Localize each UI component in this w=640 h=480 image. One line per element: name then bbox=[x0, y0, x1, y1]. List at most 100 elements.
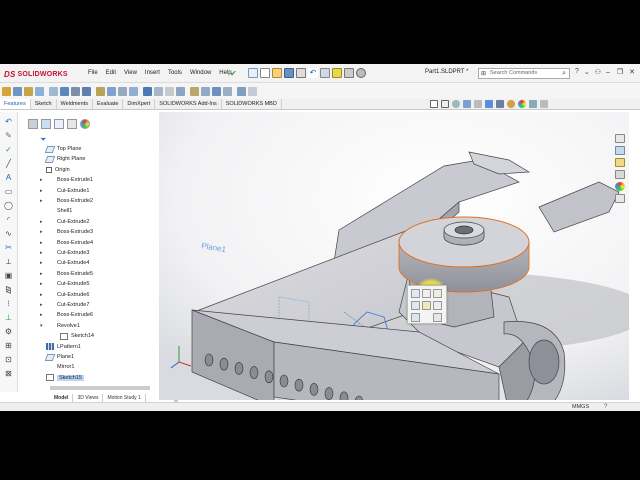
rebuild-icon[interactable] bbox=[332, 68, 342, 78]
menu-view[interactable]: View bbox=[120, 68, 141, 78]
help-icon[interactable]: ? bbox=[575, 68, 579, 76]
tab-solidworks-add-ins[interactable]: SOLIDWORKS Add-Ins bbox=[155, 99, 222, 109]
shell-icon[interactable] bbox=[176, 86, 185, 96]
fillet-icon[interactable] bbox=[129, 86, 138, 96]
line-icon[interactable]: ╱ bbox=[4, 159, 13, 168]
menu-edit[interactable]: Edit bbox=[102, 68, 120, 78]
smart-dimension-icon[interactable]: ✓ bbox=[4, 145, 13, 154]
edit-feature-icon[interactable] bbox=[411, 289, 420, 298]
mirror-feature-icon[interactable] bbox=[212, 86, 221, 96]
tree-item-boss-extrude6[interactable]: ▸ Boss-Extrude6 bbox=[40, 310, 93, 320]
tree-item-cut-extrude1[interactable]: ▸ Cut-Extrude1 bbox=[40, 186, 89, 196]
lofted-boss-icon[interactable] bbox=[35, 86, 44, 96]
extruded-boss-icon[interactable] bbox=[2, 86, 11, 96]
graphics-area[interactable]: Plane1 bbox=[159, 112, 629, 400]
tree-item-boss-extrude3[interactable]: ▸ Boss-Extrude3 bbox=[40, 227, 93, 237]
tree-item-right-plane[interactable]: Right Plane bbox=[40, 154, 85, 164]
boundary-cut-icon[interactable] bbox=[118, 86, 127, 96]
menu-file[interactable]: File bbox=[84, 68, 102, 78]
tree-item-plane1[interactable]: Plane1 bbox=[40, 352, 74, 362]
tab-evaluate[interactable]: Evaluate bbox=[93, 99, 124, 109]
normal-to-icon[interactable] bbox=[433, 289, 442, 298]
select-icon[interactable] bbox=[320, 68, 330, 78]
tree-item-cut-extrude4[interactable]: ▸ Cut-Extrude4 bbox=[40, 258, 89, 268]
extruded-cut-icon[interactable] bbox=[60, 86, 69, 96]
unit-system-selector[interactable]: MMGS bbox=[572, 403, 589, 411]
tree-item-top-plane[interactable]: Top Plane bbox=[40, 144, 81, 154]
tree-item-sketch14[interactable]: Sketch14 bbox=[54, 331, 94, 341]
tree-item-boss-extrude2[interactable]: ▸ Boss-Extrude2 bbox=[40, 196, 93, 206]
tab-dimxpert[interactable]: DimXpert bbox=[123, 99, 156, 109]
boundary-boss-icon[interactable] bbox=[49, 86, 58, 96]
spline-icon[interactable]: ∿ bbox=[4, 229, 13, 238]
file-properties-icon[interactable] bbox=[344, 68, 354, 78]
tree-item-revolve1[interactable]: ▾ Revolve1 bbox=[40, 321, 80, 331]
menu-insert[interactable]: Insert bbox=[141, 68, 164, 78]
display-style-icon[interactable] bbox=[496, 100, 504, 108]
tree-item-cut-extrude6[interactable]: ▸ Cut-Extrude6 bbox=[40, 290, 89, 300]
appearances-scenes-icon[interactable] bbox=[615, 182, 625, 191]
linear-pattern-icon[interactable] bbox=[143, 86, 152, 96]
view-orientation-icon[interactable] bbox=[485, 100, 493, 108]
hide-icon[interactable] bbox=[411, 301, 420, 310]
options-icon[interactable] bbox=[356, 68, 366, 78]
tree-item-boss-extrude4[interactable]: ▸ Boss-Extrude4 bbox=[40, 238, 93, 248]
view-settings-icon[interactable] bbox=[540, 100, 548, 108]
parent-child-icon[interactable] bbox=[411, 313, 420, 322]
apply-scene-icon[interactable] bbox=[529, 100, 537, 108]
text-icon[interactable]: A bbox=[4, 173, 13, 182]
undo-icon[interactable]: ↶ bbox=[308, 68, 318, 78]
print-icon[interactable] bbox=[296, 68, 306, 78]
tree-item-cut-extrude5[interactable]: ▸ Cut-Extrude5 bbox=[40, 279, 89, 289]
solidworks-resources-icon[interactable] bbox=[615, 134, 625, 143]
tree-item-cut-extrude3[interactable]: ▸ Cut-Extrude3 bbox=[40, 248, 89, 258]
draft-icon[interactable] bbox=[165, 86, 174, 96]
section-view-icon[interactable] bbox=[463, 100, 471, 108]
tree-item-cut-extrude2[interactable]: ▸ Cut-Extrude2 bbox=[40, 217, 89, 227]
revolved-boss-icon[interactable] bbox=[13, 86, 22, 96]
convert-entities-icon[interactable]: ⟂ bbox=[4, 257, 13, 266]
search-icon[interactable]: ⌕ bbox=[562, 69, 566, 78]
tab-solidworks-mbd[interactable]: SOLIDWORKS MBD bbox=[222, 99, 282, 109]
intersect-icon[interactable] bbox=[201, 86, 210, 96]
tree-item-boss-extrude5[interactable]: ▸ Boss-Extrude5 bbox=[40, 269, 93, 279]
pin-icon[interactable]: ✔ bbox=[230, 70, 238, 78]
close-button[interactable]: ✕ bbox=[626, 66, 638, 80]
home-icon[interactable] bbox=[248, 68, 258, 78]
design-library-icon[interactable] bbox=[615, 146, 625, 155]
configuration-manager-tab-icon[interactable] bbox=[54, 119, 64, 129]
sketch-icon[interactable]: ✎ bbox=[4, 131, 13, 140]
tree-item-origin[interactable]: Origin bbox=[40, 165, 70, 175]
wrap-icon[interactable] bbox=[190, 86, 199, 96]
tree-item-mirror1[interactable]: Mirror1 bbox=[40, 362, 74, 372]
hole-wizard-icon[interactable] bbox=[71, 86, 80, 96]
previous-view-icon[interactable] bbox=[452, 100, 460, 108]
save-icon[interactable] bbox=[284, 68, 294, 78]
search-commands-input[interactable]: ⊞ Search Commands ⌕ bbox=[478, 68, 570, 79]
custom-properties-icon[interactable] bbox=[615, 194, 625, 203]
reference-geometry-icon[interactable] bbox=[223, 86, 232, 96]
zoom-area-icon[interactable] bbox=[441, 100, 449, 108]
undo-sketch-icon[interactable]: ↶ bbox=[4, 117, 13, 126]
solidworks-logo[interactable]: DS SOLIDWORKS bbox=[4, 68, 68, 80]
file-explorer-icon[interactable] bbox=[615, 158, 625, 167]
minimize-button[interactable]: – bbox=[602, 66, 614, 80]
zoom-to-fit-icon[interactable] bbox=[430, 100, 438, 108]
curves-icon[interactable] bbox=[237, 86, 246, 96]
swept-cut-icon[interactable] bbox=[96, 86, 105, 96]
pattern-icon[interactable]: ⁝ bbox=[4, 299, 13, 308]
tab-features[interactable]: Features bbox=[0, 99, 31, 109]
hide-show-items-icon[interactable] bbox=[507, 100, 515, 108]
tab-weldments[interactable]: Weldments bbox=[57, 99, 93, 109]
rapid-sketch-icon[interactable]: ⊡ bbox=[4, 355, 13, 364]
tree-item-lpattern1[interactable]: LPattern1 bbox=[40, 342, 81, 352]
rectangle-icon[interactable]: ▭ bbox=[4, 187, 13, 196]
instant-2d-icon[interactable]: ⊠ bbox=[4, 369, 13, 378]
search-scope-icon[interactable]: ⊞ bbox=[481, 70, 486, 79]
tree-item-sketch15[interactable]: Sketch15 bbox=[40, 373, 84, 383]
view-palette-icon[interactable] bbox=[615, 170, 625, 179]
suppress-icon[interactable] bbox=[422, 301, 431, 310]
trim-icon[interactable]: ✂ bbox=[4, 243, 13, 252]
mirror-icon[interactable]: ⧎ bbox=[4, 285, 13, 294]
relations-icon[interactable]: ⊥ bbox=[4, 313, 13, 322]
